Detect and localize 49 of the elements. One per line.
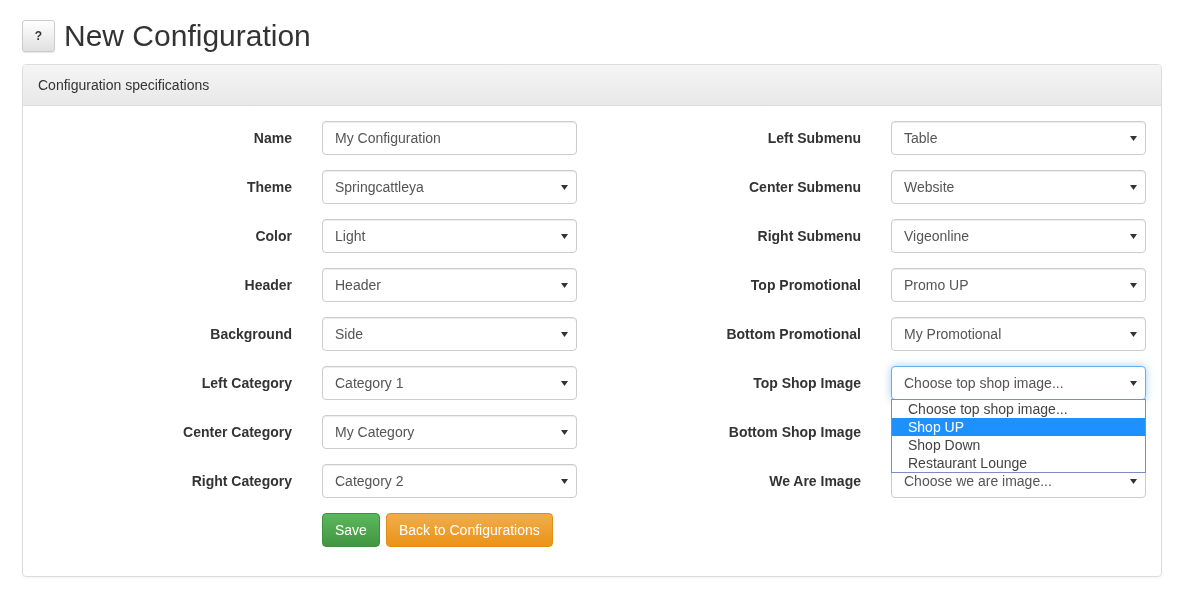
- field-label: Bottom Promotional: [725, 326, 861, 342]
- select-field[interactable]: Website: [891, 170, 1146, 204]
- caret-icon: [561, 478, 568, 484]
- select-field[interactable]: Category 1: [322, 366, 577, 400]
- dropdown-option[interactable]: Shop Down: [892, 436, 1145, 454]
- help-button[interactable]: ?: [22, 20, 55, 52]
- field-label: Background: [209, 326, 292, 342]
- select-field[interactable]: Header: [322, 268, 577, 302]
- select-field[interactable]: My Promotional: [891, 317, 1146, 351]
- field-label: Left Category: [200, 375, 292, 391]
- caret-icon: [1130, 478, 1137, 484]
- dropdown-option[interactable]: Choose top shop image...: [892, 400, 1145, 418]
- caret-icon: [561, 380, 568, 386]
- text-input[interactable]: My Configuration: [322, 121, 577, 155]
- caret-icon: [1130, 282, 1137, 288]
- field-label: Color: [254, 228, 292, 244]
- field-label: Top Promotional: [749, 277, 861, 293]
- caret-icon: [1130, 135, 1137, 141]
- select-field[interactable]: Vigeonline: [891, 219, 1146, 253]
- field-label: Center Submenu: [748, 179, 861, 195]
- select-field[interactable]: Light: [322, 219, 577, 253]
- caret-icon: [561, 429, 568, 435]
- panel-heading: Configuration specifications: [23, 65, 1161, 106]
- select-field[interactable]: Table: [891, 121, 1146, 155]
- field-label: Theme: [245, 179, 292, 195]
- field-label: Header: [243, 277, 292, 293]
- field-label: Left Submenu: [766, 130, 861, 146]
- caret-icon: [561, 233, 568, 239]
- page-title: New Configuration: [64, 20, 311, 52]
- caret-icon: [1130, 331, 1137, 337]
- caret-icon: [1130, 184, 1137, 190]
- caret-icon: [561, 282, 568, 288]
- field-label: Top Shop Image: [752, 375, 861, 391]
- select-field[interactable]: Side: [322, 317, 577, 351]
- caret-icon: [561, 184, 568, 190]
- field-label: Name: [252, 130, 292, 146]
- field-label: Bottom Shop Image: [727, 424, 861, 440]
- field-label: Right Category: [190, 473, 292, 489]
- field-label: We Are Image: [768, 473, 861, 489]
- select-field[interactable]: Promo UP: [891, 268, 1146, 302]
- select-field[interactable]: My Category: [322, 415, 577, 449]
- field-label: Right Submenu: [756, 228, 861, 244]
- select-field[interactable]: Choose top shop image...: [891, 366, 1146, 400]
- caret-icon: [1130, 380, 1137, 386]
- caret-icon: [1130, 233, 1137, 239]
- select-field[interactable]: Springcattleya: [322, 170, 577, 204]
- field-label: Center Category: [182, 424, 292, 440]
- select-field[interactable]: Category 2: [322, 464, 577, 498]
- caret-icon: [561, 331, 568, 337]
